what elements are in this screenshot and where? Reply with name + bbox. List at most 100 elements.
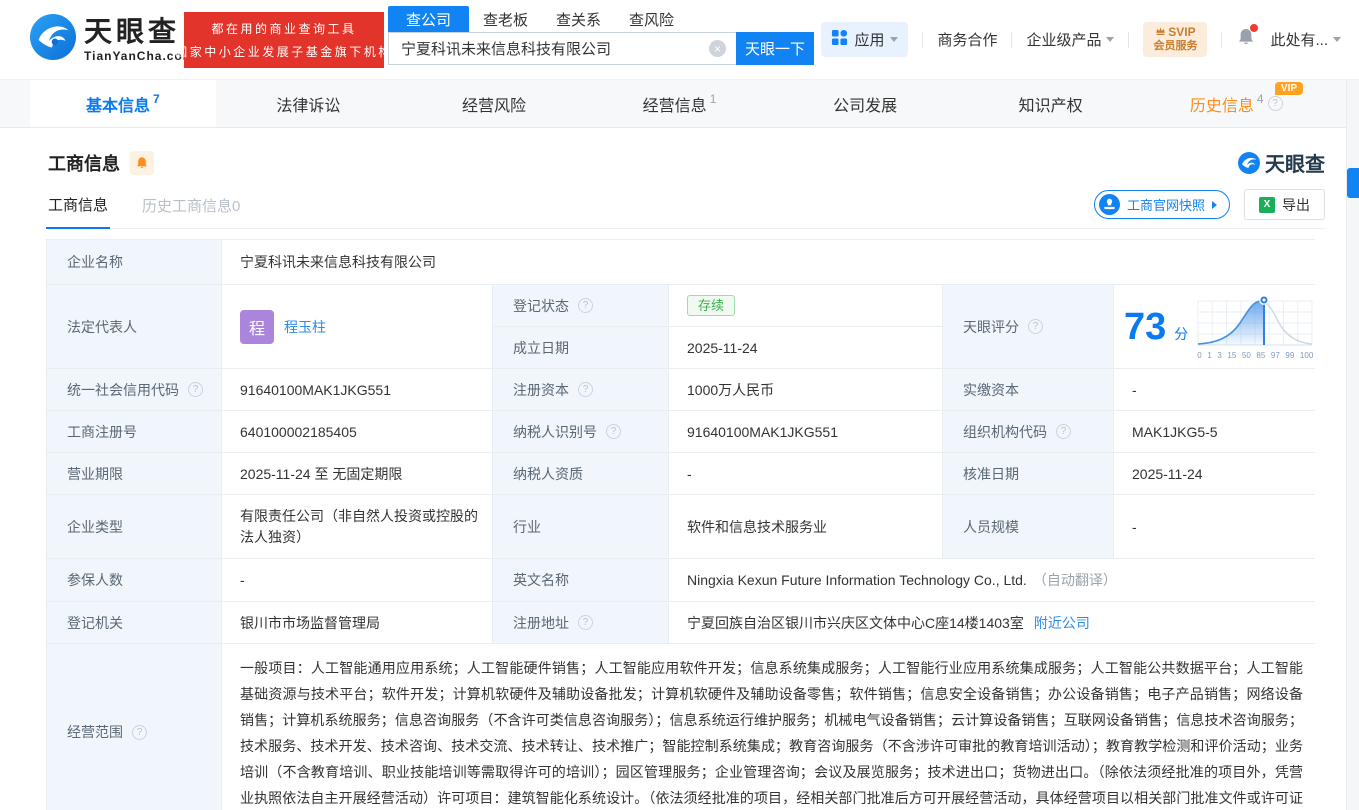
business-term-value: 2025-11-24 至 无固定期限 — [222, 453, 492, 494]
legal-rep-link[interactable]: 程玉柱 — [284, 317, 326, 337]
score-label: 天眼评分 — [943, 285, 1113, 368]
apps-grid-icon — [831, 29, 848, 50]
company-name-value: 宁夏科讯未来信息科技有限公司 — [222, 240, 1319, 284]
nav-enterprise-products[interactable]: 企业级产品 — [1026, 29, 1115, 50]
taxpayer-id-label: 纳税人识别号 — [493, 411, 668, 452]
company-name-label: 企业名称 — [47, 240, 221, 284]
score-distribution-chart: 01 3 15 50 85 97 99 100 — [1196, 293, 1314, 360]
score-cell[interactable]: 73 分 0 1 3 15 50 85 97 99 100 — [1114, 285, 1319, 368]
brand-name: 天眼查 — [84, 15, 181, 47]
org-code-value: MAK1JKG5-5 — [1114, 411, 1319, 452]
tianyancha-logo[interactable]: 天眼查 TianYanCha.com — [30, 14, 194, 65]
legal-rep-cell: 程 程玉柱 — [222, 285, 492, 368]
subtab-history-business-info[interactable]: 历史工商信息0 — [140, 195, 242, 228]
reg-authority-value: 银川市市场监督管理局 — [222, 602, 492, 643]
nearby-companies-link[interactable]: 附近公司 — [1034, 613, 1090, 633]
org-code-label: 组织机构代码 — [943, 411, 1113, 452]
tab-operation-risk[interactable]: 经营风险 — [401, 80, 587, 127]
english-name-value: Ningxia Kexun Future Information Technol… — [687, 572, 1027, 588]
industry-value: 软件和信息技术服务业 — [669, 495, 942, 558]
help-icon[interactable] — [606, 424, 621, 439]
taxpayer-id-value: 91640100MAK1JKG551 — [669, 411, 942, 452]
reg-status-label: 登记状态 — [493, 285, 668, 326]
insured-value: - — [222, 559, 492, 601]
search-area: 查公司 查老板 查关系 查风险 × 天眼一下 — [388, 6, 814, 65]
tab-basic-info[interactable]: 基本信息 7 — [30, 80, 216, 127]
divider — [922, 31, 924, 48]
help-icon[interactable] — [1056, 424, 1071, 439]
company-type-label: 企业类型 — [47, 495, 221, 558]
section-title: 工商信息 — [48, 153, 120, 174]
divider — [1221, 31, 1223, 48]
search-input[interactable] — [388, 32, 736, 65]
staff-size-label: 人员规模 — [943, 495, 1113, 558]
secondary-tab-bar: 工商信息 历史工商信息0 工商官网快照 X 导出 — [46, 189, 1325, 229]
business-term-label: 营业期限 — [47, 453, 221, 494]
search-button[interactable]: 天眼一下 — [736, 32, 814, 65]
bell-icon — [137, 156, 147, 168]
help-icon[interactable] — [188, 382, 203, 397]
help-icon[interactable] — [578, 298, 593, 313]
tab-intellectual-property[interactable]: 知识产权 — [958, 80, 1144, 127]
credit-code-value: 91640100MAK1JKG551 — [222, 369, 492, 410]
help-icon[interactable] — [578, 615, 593, 630]
industry-label: 行业 — [493, 495, 668, 558]
score-value: 73 — [1124, 305, 1167, 348]
business-scope-label: 经营范围 — [47, 644, 221, 810]
tab-history-info[interactable]: VIP 历史信息 4 — [1143, 80, 1329, 127]
reg-authority-label: 登记机关 — [47, 602, 221, 643]
divider — [1128, 31, 1130, 48]
excel-icon: X — [1259, 196, 1275, 213]
tab-operation-info[interactable]: 经营信息 1 — [587, 80, 773, 127]
reg-capital-label: 注册资本 — [493, 369, 668, 410]
account-menu[interactable]: 此处有... — [1270, 29, 1341, 50]
notifications-button[interactable] — [1236, 24, 1259, 52]
main-content: 工商信息 天眼查 工商信息 历史工商信息0 工商官网快照 X 导出 企业名称 宁… — [0, 148, 1359, 810]
apps-menu-button[interactable]: 应用 — [821, 22, 909, 57]
tab-company-development[interactable]: 公司发展 — [772, 80, 958, 127]
help-icon[interactable] — [578, 382, 593, 397]
establish-date-value: 2025-11-24 — [669, 327, 942, 368]
help-icon[interactable] — [1267, 96, 1283, 111]
insured-label: 参保人数 — [47, 559, 221, 601]
brand-slogan: 都在用的商业查询工具 国家中小企业发展子基金旗下机构 — [175, 12, 390, 68]
tab-legal-proceedings[interactable]: 法律诉讼 — [216, 80, 402, 127]
site-header: 天眼查 TianYanCha.com 都在用的商业查询工具 国家中小企业发展子基… — [0, 0, 1359, 80]
side-float-widget[interactable] — [1347, 168, 1359, 198]
address-value: 宁夏回族自治区银川市兴庆区文体中心C座14楼1403室 — [687, 614, 1024, 631]
help-icon[interactable] — [1028, 319, 1043, 334]
watermark-logo: 天眼查 — [1238, 148, 1325, 177]
taxpayer-quality-value: - — [669, 453, 942, 494]
avatar[interactable]: 程 — [240, 309, 274, 344]
top-navigation: 应用 商务合作 企业级产品 SVIP 会员服务 此处有... — [821, 22, 1341, 57]
chevron-down-icon — [1106, 37, 1115, 42]
search-tab-risk[interactable]: 查风险 — [615, 6, 688, 32]
reg-number-value: 640100002185405 — [222, 411, 492, 452]
credit-code-label: 统一社会信用代码 — [47, 369, 221, 410]
english-name-cell: Ningxia Kexun Future Information Technol… — [669, 559, 1319, 601]
search-tab-boss[interactable]: 查老板 — [469, 6, 542, 32]
search-tab-relation[interactable]: 查关系 — [542, 6, 615, 32]
english-name-label: 英文名称 — [493, 559, 668, 601]
nav-business-cooperation[interactable]: 商务合作 — [937, 29, 997, 50]
export-button[interactable]: X 导出 — [1244, 189, 1325, 220]
taxpayer-quality-label: 纳税人资质 — [493, 453, 668, 494]
company-type-value: 有限责任公司（非自然人投资或控股的法人独资） — [222, 495, 492, 558]
business-scope-value: 一般项目：人工智能通用应用系统；人工智能硬件销售；人工智能应用软件开发；信息系统… — [222, 644, 1319, 810]
approval-date-value: 2025-11-24 — [1114, 453, 1319, 494]
tianyancha-logo-icon — [30, 14, 76, 65]
official-snapshot-button[interactable]: 工商官网快照 — [1093, 190, 1230, 219]
approval-date-label: 核准日期 — [943, 453, 1113, 494]
establish-date-label: 成立日期 — [493, 327, 668, 368]
stamp-icon — [1098, 194, 1120, 215]
help-icon[interactable] — [132, 724, 147, 740]
crown-icon — [1155, 26, 1166, 40]
monitor-bell-button[interactable] — [130, 150, 154, 175]
chevron-down-icon — [1333, 37, 1341, 42]
chart-x-ticks: 01 3 15 50 85 97 99 100 — [1197, 351, 1314, 360]
search-tab-company[interactable]: 查公司 — [388, 6, 470, 32]
svip-member-button[interactable]: SVIP 会员服务 — [1143, 22, 1208, 57]
divider — [1011, 31, 1013, 48]
subtab-business-info[interactable]: 工商信息 — [46, 194, 111, 229]
clear-search-icon[interactable]: × — [709, 40, 726, 57]
